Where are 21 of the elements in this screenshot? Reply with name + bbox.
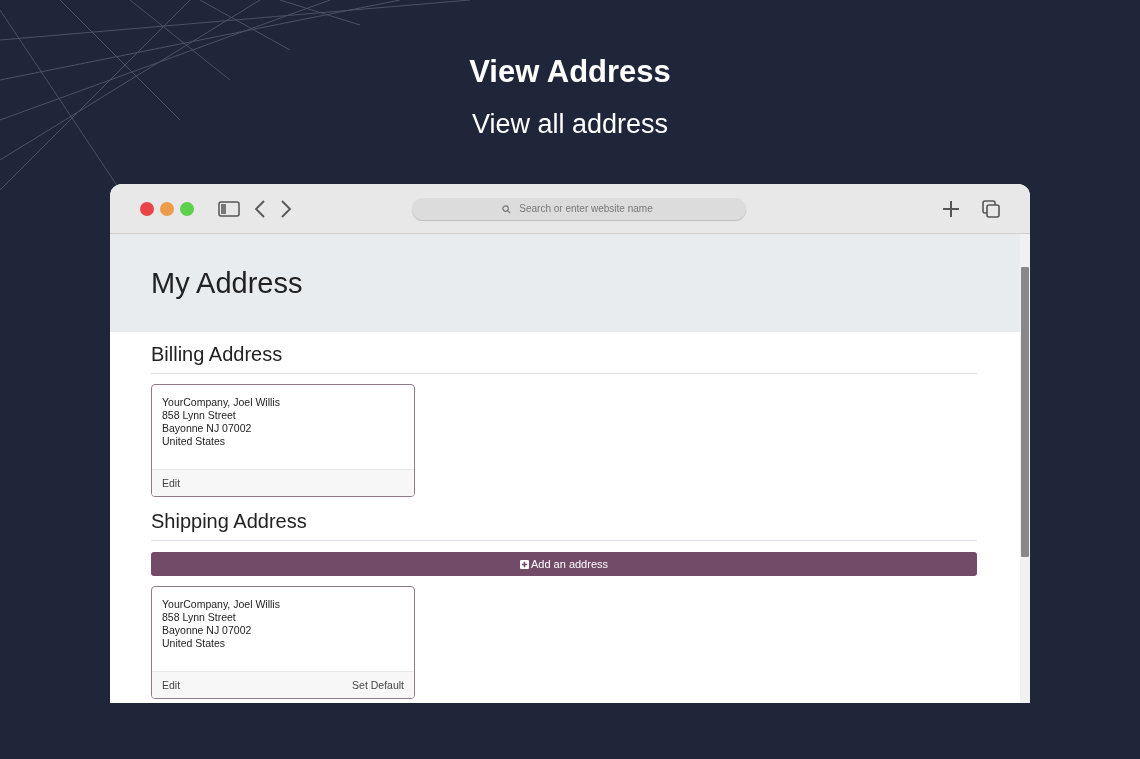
tabs-icon[interactable] [982,199,1000,218]
plus-icon [519,559,529,569]
card-link[interactable]: Set Default [352,679,404,691]
new-tab-icon[interactable] [942,199,960,218]
subheadline: View all address [471,108,669,140]
search-icon [502,204,511,214]
card-link[interactable]: Edit [162,679,181,691]
back-icon[interactable] [254,199,266,218]
section-heading: Shipping Address [151,509,977,541]
card-link[interactable]: Edit [162,477,181,489]
address-bar[interactable]: Search or enter website name [412,197,746,220]
address-text: YourCompany, Joel Willis 858 Lynn Street Bayonne NJ 07002 United States [162,396,281,448]
forward-icon[interactable] [280,199,292,218]
scrollbar[interactable] [1020,234,1030,703]
sidebar-icon[interactable] [218,200,240,217]
section-heading: Billing Address [151,342,977,374]
headline: View Address [469,54,671,90]
add-address-button[interactable]: Add an address [151,552,977,576]
page-title: My Address [151,266,303,300]
close-icon[interactable] [140,201,154,216]
address-text: YourCompany, Joel Willis 858 Lynn Street Bayonne NJ 07002 United States [162,598,281,650]
